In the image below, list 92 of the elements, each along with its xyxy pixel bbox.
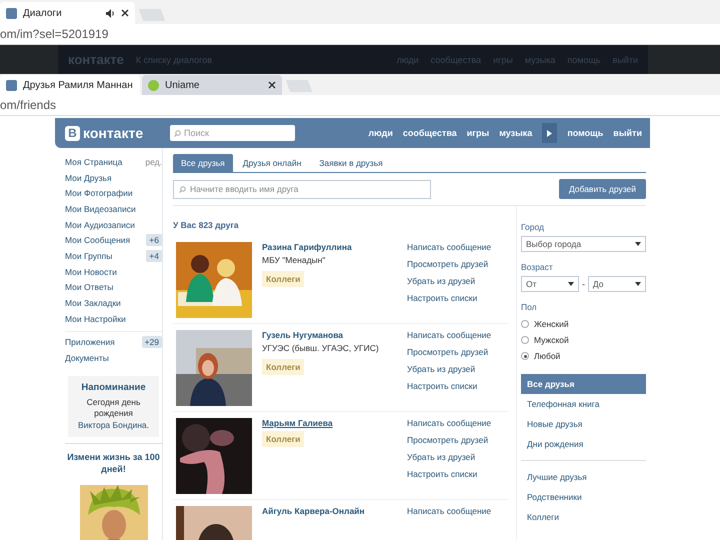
action-link[interactable]: Просмотреть друзей <box>407 347 492 357</box>
counter-badge: +6 <box>146 234 162 246</box>
filter-label: Пол <box>521 302 538 312</box>
counter-badge: +29 <box>142 336 162 348</box>
search-field[interactable]: Начните вводить имя друга <box>173 180 431 198</box>
tab[interactable]: Заявки в друзья <box>311 154 391 172</box>
friend-tag: Коллеги <box>262 359 304 375</box>
age-to-dropdown[interactable]: До <box>588 276 646 292</box>
action-link[interactable]: Настроить списки <box>407 293 492 303</box>
tab[interactable]: Друзья онлайн <box>234 154 310 172</box>
edit-link[interactable]: ред. <box>145 156 162 167</box>
friend-tag: Коллеги <box>262 431 304 447</box>
sidebar-link[interactable]: Мои Сообщения <box>65 235 130 246</box>
counter-badge: +4 <box>146 250 162 262</box>
sidebar-link[interactable]: Приложения <box>65 337 115 348</box>
dropdown-caret-icon <box>635 242 641 246</box>
city-dropdown[interactable]: Выбор города <box>521 236 646 252</box>
logo-mark[interactable]: В <box>65 126 80 140</box>
close-icon[interactable] <box>268 81 276 89</box>
action-link[interactable]: Настроить списки <box>407 469 492 479</box>
caret-icon <box>547 130 552 136</box>
action-link[interactable]: Просмотреть друзей <box>407 259 492 269</box>
action-link[interactable]: Написать сообщение <box>407 242 492 252</box>
filter-label: Город <box>521 222 545 232</box>
action-link[interactable]: Убрать из друзей <box>407 276 492 286</box>
nav-link[interactable]: игры <box>466 128 490 138</box>
action-link[interactable]: Настроить списки <box>407 381 492 391</box>
friend-name[interactable]: Марьям Галиева <box>262 418 333 428</box>
sidebar-link[interactable]: Мои Фотографии <box>65 188 133 198</box>
filter-label: Возраст <box>521 262 554 272</box>
nav-link[interactable]: помощь <box>567 128 604 138</box>
logo[interactable]: контакте <box>83 125 144 141</box>
sidebar-link[interactable]: Мои Ответы <box>65 282 114 292</box>
browser-tab[interactable]: Друзья Рамиля Маннан <box>0 75 140 95</box>
ad-title[interactable]: Измени жизнь за 100 дней! <box>65 452 162 475</box>
radio-button[interactable] <box>521 320 529 328</box>
action-link[interactable]: Написать сообщение <box>407 506 492 516</box>
radio-button[interactable] <box>521 352 529 360</box>
site-icon <box>6 80 17 90</box>
nav-link[interactable]: сообщества <box>402 128 457 138</box>
friends-count: У Вас 823 друга <box>173 219 240 232</box>
sidebar-link[interactable]: Мои Аудиозаписи <box>65 220 135 230</box>
friend-tag: Коллеги <box>262 271 304 287</box>
browser-tab[interactable]: Uniame <box>142 75 282 95</box>
action-link[interactable]: Написать сообщение <box>407 330 492 340</box>
profile-link[interactable]: Виктора Бондина <box>78 420 147 430</box>
nav-link[interactable]: музыка <box>499 128 532 138</box>
sidebar-link[interactable]: Мои Закладки <box>65 298 121 308</box>
radio-label[interactable]: Любой <box>534 351 560 361</box>
friend-name[interactable]: Гузель Нугуманова <box>262 330 344 340</box>
sidebar-link[interactable]: Мои Видеозаписи <box>65 204 136 214</box>
sidebar-link[interactable]: Мои Настройки <box>65 314 126 324</box>
action-link[interactable]: Убрать из друзей <box>407 364 492 374</box>
action-link[interactable]: Убрать из друзей <box>407 452 492 462</box>
sidebar-link[interactable]: Моя Страница <box>65 156 122 167</box>
dropdown-caret-icon <box>635 282 641 286</box>
radio-label[interactable]: Женский <box>534 319 569 329</box>
reminder-text: Сегодня день рождения Виктора Бондина. <box>76 396 150 432</box>
address-bar[interactable]: om/friends <box>0 95 720 116</box>
nav-link[interactable]: выйти <box>613 128 642 138</box>
filter-list-item[interactable]: Родственники <box>521 487 646 507</box>
more-button[interactable] <box>542 123 558 143</box>
radio-button[interactable] <box>521 336 529 344</box>
nav-link[interactable]: люди <box>368 128 393 138</box>
search-icon <box>179 186 186 192</box>
friend-name[interactable]: Айгуль Карвера-Онлайн <box>262 506 365 516</box>
radio-label[interactable]: Мужской <box>534 335 569 345</box>
tab[interactable]: Все друзья <box>173 154 233 172</box>
age-from-dropdown[interactable]: От <box>521 276 580 292</box>
filter-list-item[interactable]: Лучшие друзья <box>521 467 646 487</box>
add-friends-button[interactable]: Добавить друзей <box>558 179 646 199</box>
action-link[interactable]: Написать сообщение <box>407 418 492 428</box>
sidebar-link[interactable]: Мои Новости <box>65 266 117 277</box>
friend-name[interactable]: Разина Гарифуллина <box>262 242 352 252</box>
sidebar-link[interactable]: Документы <box>65 353 109 364</box>
reminder-title: Напоминание <box>80 382 147 393</box>
filter-list-item[interactable]: Дни рождения <box>521 434 646 454</box>
filter-list-item[interactable]: Коллеги <box>521 507 646 527</box>
sidebar-link[interactable]: Мои Друзья <box>65 172 112 183</box>
action-link[interactable]: Просмотреть друзей <box>407 435 492 445</box>
dropdown-caret-icon <box>568 282 574 286</box>
search-icon <box>174 130 181 136</box>
browser-tab[interactable]: Диалоги <box>0 2 135 24</box>
range-dash: - <box>582 279 585 289</box>
friend-subtitle: УГУЭС (бывш. УГАЭС, УГИС) <box>262 343 380 353</box>
speaker-icon[interactable] <box>106 8 115 18</box>
close-icon[interactable] <box>121 9 129 17</box>
friend-subtitle: МБУ "Менадын" <box>262 255 326 265</box>
filter-list-item[interactable]: Все друзья <box>521 374 646 394</box>
sidebar-link[interactable]: Мои Группы <box>65 250 112 261</box>
filter-list-item[interactable]: Телефонная книга <box>521 394 646 414</box>
filter-list-item[interactable]: Новые друзья <box>521 414 646 434</box>
